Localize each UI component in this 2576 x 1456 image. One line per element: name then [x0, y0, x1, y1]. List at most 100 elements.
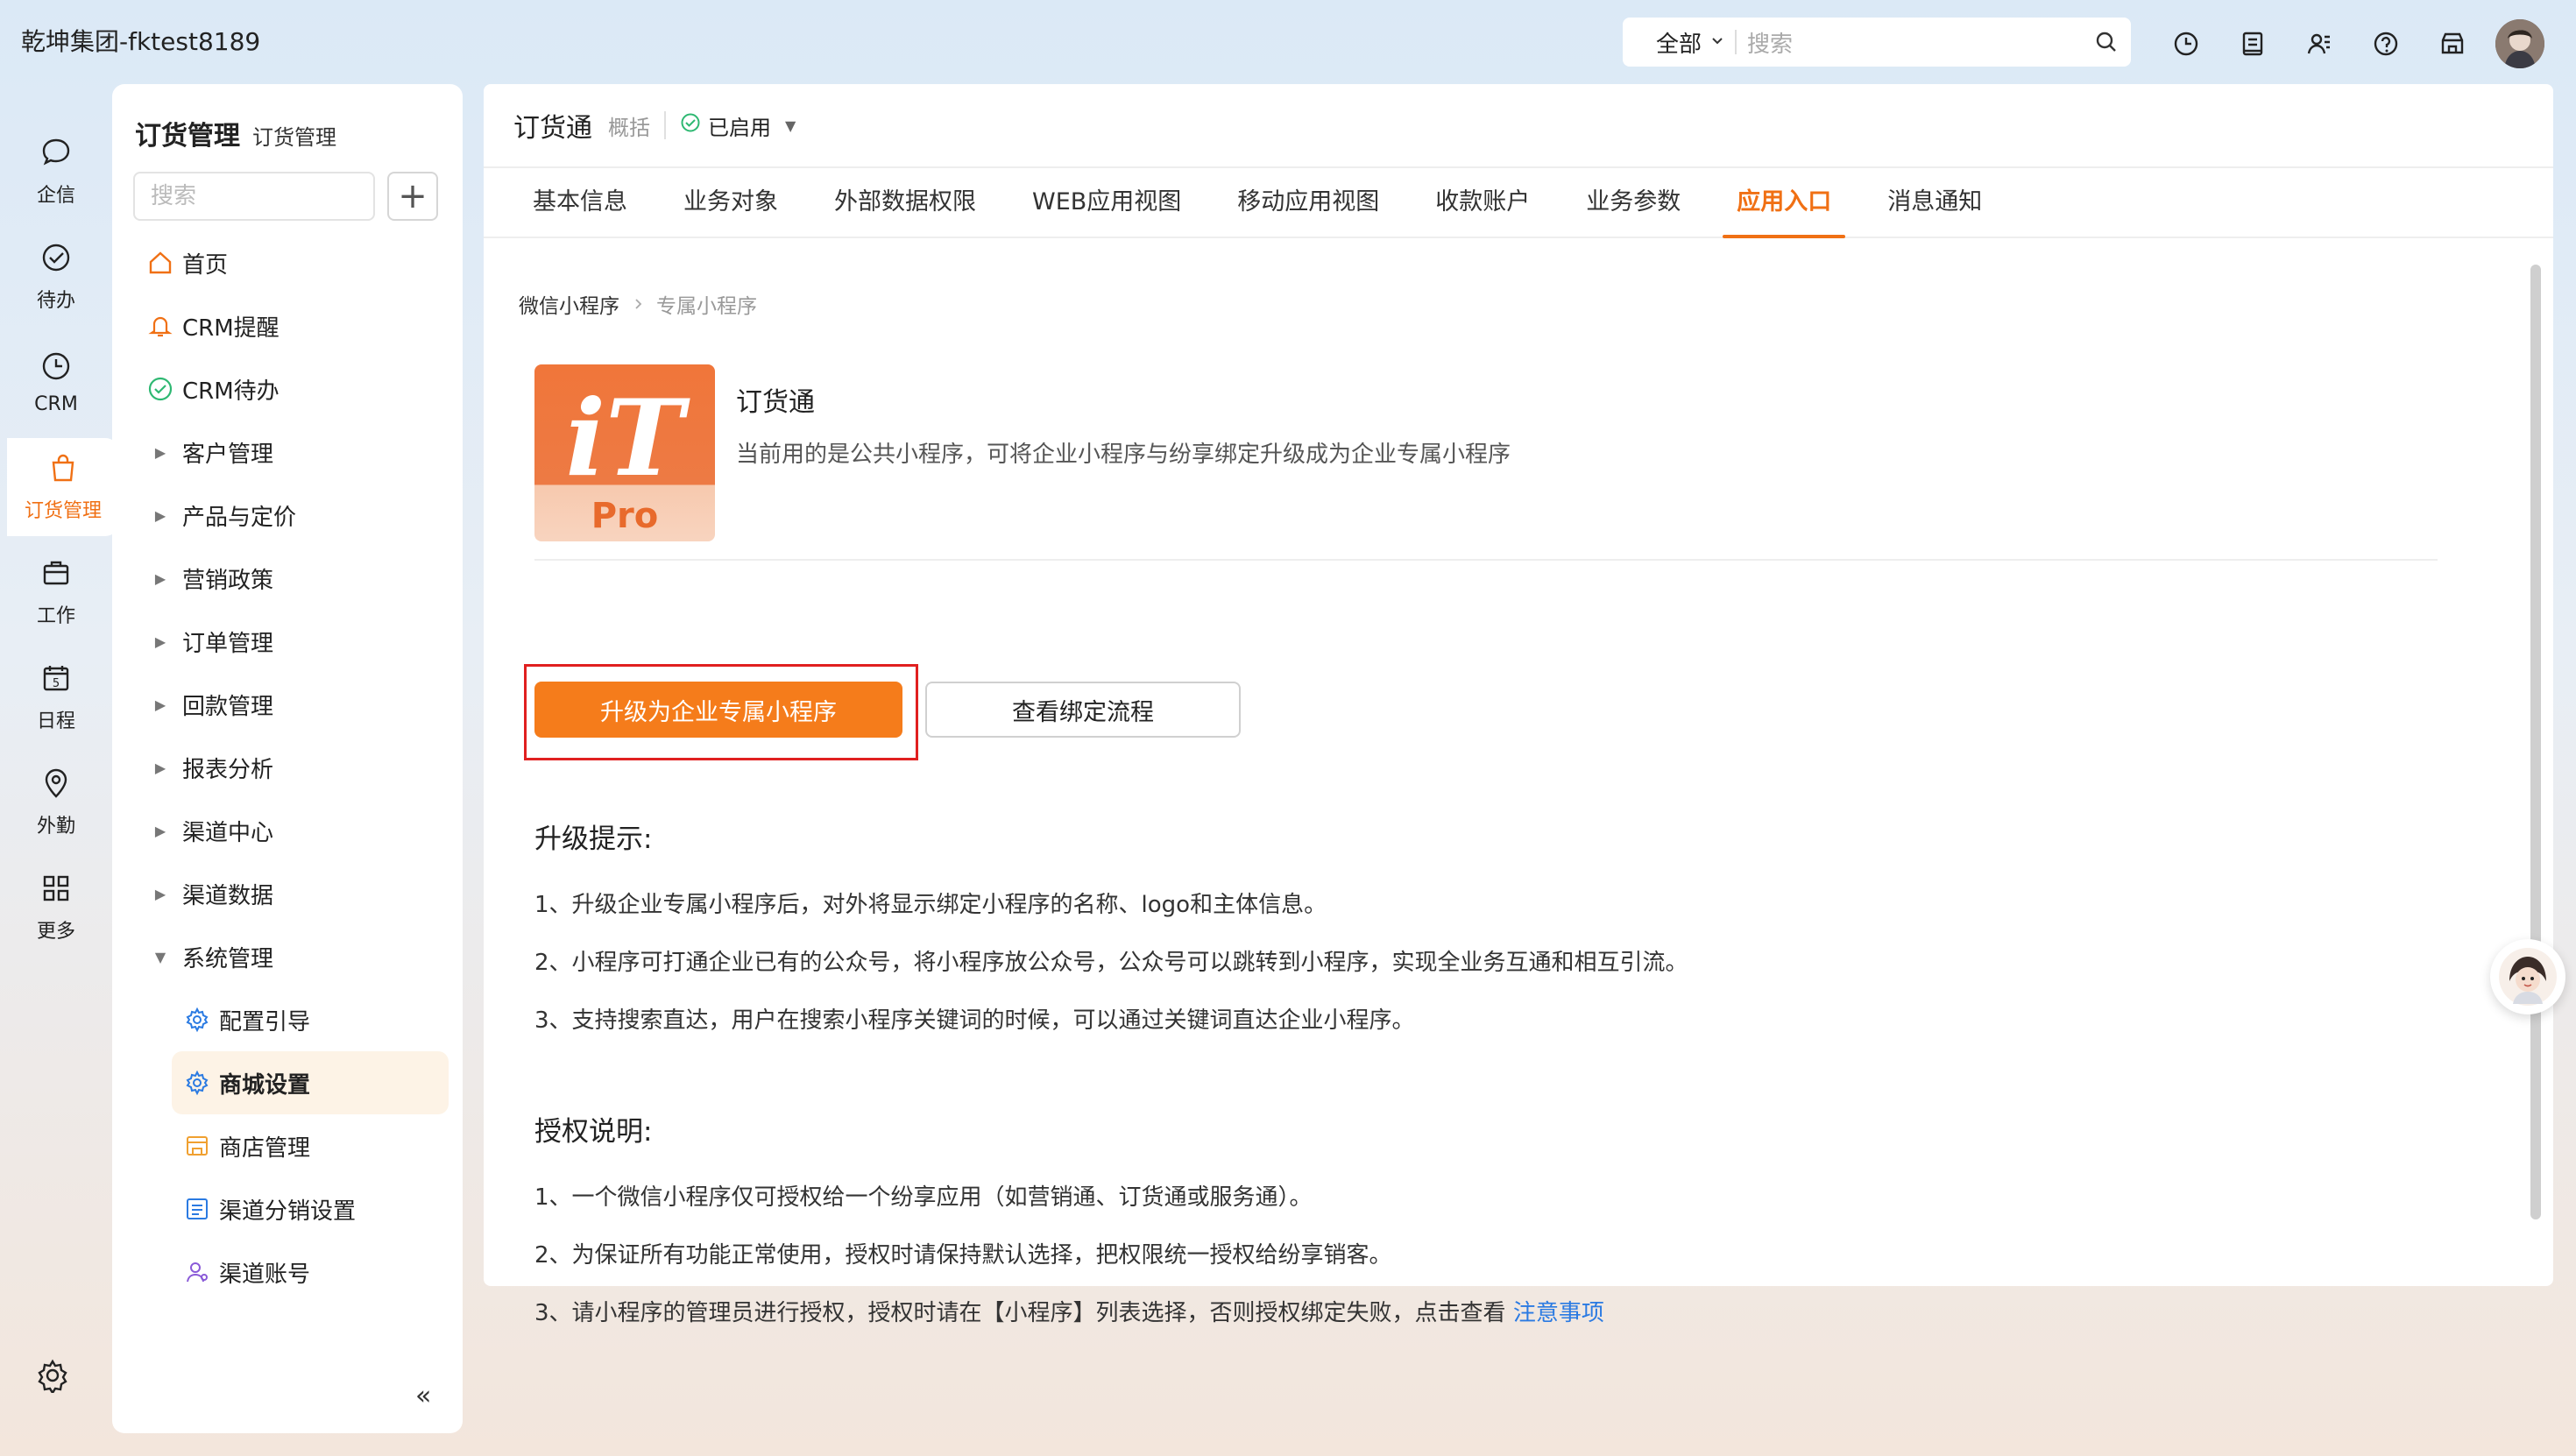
app-logo-main: iT: [565, 377, 684, 500]
contacts-icon[interactable]: [2296, 20, 2343, 67]
menu-subitem-channel-distribution[interactable]: 渠道分销设置: [112, 1177, 463, 1240]
menu-item-label: 渠道分销设置: [219, 1198, 357, 1225]
tab-business-params[interactable]: 业务参数: [1558, 168, 1709, 237]
menu-subitem-mall-settings[interactable]: 商城设置: [172, 1051, 449, 1114]
menu-subitem-channel-account[interactable]: 渠道账号: [112, 1240, 463, 1304]
status-dropdown[interactable]: 已启用 ▼: [680, 110, 796, 141]
menu-item-channel-center[interactable]: ▶ 渠道中心: [112, 799, 463, 862]
app-logo-sub: Pro: [591, 496, 659, 536]
auth-note-line: 2、为保证所有功能正常使用，授权时请保持默认选择，把权限统一授权给纷享销客。: [534, 1242, 1392, 1269]
menu-subitem-shop-mgmt[interactable]: 商店管理: [112, 1114, 463, 1177]
assistant-avatar-button[interactable]: [2490, 939, 2565, 1014]
nav-item-todo[interactable]: 待办: [0, 228, 112, 326]
menu-item-system[interactable]: ▼ 系统管理: [112, 925, 463, 988]
notes-link[interactable]: 注意事项: [1513, 1300, 1604, 1326]
notebook-icon[interactable]: [2229, 20, 2276, 67]
briefcase-icon: [39, 556, 73, 595]
upgrade-tip-line: 3、支持搜索直达，用户在搜索小程序关键词的时候，可以通过关键词直达企业小程序。: [534, 1007, 1415, 1034]
breadcrumb-wechat-miniprogram[interactable]: 微信小程序: [519, 289, 619, 319]
nav-label: 订货管理: [24, 500, 102, 522]
tab-web-app-view[interactable]: WEB应用视图: [1004, 168, 1209, 237]
search-icon[interactable]: [2082, 31, 2131, 53]
avatar[interactable]: [2495, 19, 2544, 68]
gear-icon: [184, 1070, 210, 1096]
menu-item-home[interactable]: 首页: [112, 231, 463, 294]
menu-item-crm-reminder[interactable]: CRM提醒: [112, 294, 463, 357]
tab-basic-info[interactable]: 基本信息: [505, 168, 655, 237]
gear-icon[interactable]: [35, 1358, 70, 1396]
auth-note-text: 3、请小程序的管理员进行授权，授权时请在【小程序】列表选择，否则授权绑定失败，点…: [534, 1300, 1513, 1326]
menu-item-label: 商店管理: [219, 1134, 311, 1162]
breadcrumb-current: 专属小程序: [656, 295, 757, 318]
nav-item-schedule[interactable]: 5 日程: [0, 648, 112, 746]
grid-icon: [39, 872, 73, 910]
bell-icon: [147, 313, 173, 339]
tab-payment-accounts[interactable]: 收款账户: [1407, 168, 1558, 237]
menu-item-product[interactable]: ▶ 产品与定价: [112, 484, 463, 547]
top-bar: 乾坤集团-fktest8189 全部 搜索: [0, 0, 2576, 82]
check-circle-icon: [147, 376, 173, 402]
shop-icon: [184, 1133, 210, 1159]
help-icon[interactable]: [2362, 20, 2410, 67]
auth-note-line: 1、一个微信小程序仅可授权给一个纷享应用（如营销通、订货通或服务通）。: [534, 1184, 1313, 1211]
tab-app-entry[interactable]: 应用入口: [1709, 168, 1859, 238]
nav-item-field[interactable]: 外勤: [0, 753, 112, 852]
menu-item-orders[interactable]: ▶ 订单管理: [112, 610, 463, 673]
tab-mobile-app-view[interactable]: 移动应用视图: [1209, 168, 1407, 237]
store-icon[interactable]: [2429, 20, 2476, 67]
menu-item-label: 订单管理: [182, 630, 274, 657]
nav-item-qixin[interactable]: 企信: [0, 123, 112, 221]
menu-item-customer[interactable]: ▶ 客户管理: [112, 421, 463, 484]
chevron-right-icon: [632, 293, 644, 315]
nav-label: 外勤: [36, 816, 75, 838]
add-button[interactable]: +: [387, 172, 438, 221]
menu-list: 首页 CRM提醒 CRM待办 ▶ 客户管理 ▶ 产品与定价 ▶ 营销政策 ▶ 订…: [112, 231, 463, 1304]
menu-item-marketing[interactable]: ▶ 营销政策: [112, 547, 463, 610]
tab-notifications[interactable]: 消息通知: [1859, 168, 2010, 237]
location-icon: [39, 767, 73, 805]
search-scope-label: 全部: [1656, 31, 1702, 58]
global-search[interactable]: 全部 搜索: [1623, 18, 2131, 67]
search-scope-select[interactable]: 全部: [1623, 26, 1724, 59]
clock-icon[interactable]: [2162, 20, 2210, 67]
tab-bar: 基本信息 业务对象 外部数据权限 WEB应用视图 移动应用视图 收款账户 业务参…: [484, 168, 2553, 238]
nav-item-work[interactable]: 工作: [0, 543, 112, 641]
scrollbar[interactable]: [2530, 265, 2541, 1219]
app-name: 订货通: [736, 387, 815, 418]
status-label: 已启用: [708, 115, 771, 140]
caret-right-icon: ▶: [154, 696, 166, 713]
nav-label: CRM: [34, 392, 78, 415]
menu-item-payments[interactable]: ▶ 回款管理: [112, 673, 463, 736]
nav-label: 更多: [36, 921, 75, 943]
calendar-icon: 5: [39, 661, 73, 700]
view-binding-flow-button[interactable]: 查看绑定流程: [925, 682, 1241, 738]
nav-item-crm[interactable]: CRM: [0, 333, 112, 431]
menu-item-label: 回款管理: [182, 693, 274, 720]
menu-item-label: 商城设置: [219, 1071, 311, 1099]
upgrade-button[interactable]: 升级为企业专属小程序: [534, 682, 902, 738]
menu-subitem-config-guide[interactable]: 配置引导: [112, 988, 463, 1051]
menu-item-reports[interactable]: ▶ 报表分析: [112, 736, 463, 799]
menu-item-crm-todo[interactable]: CRM待办: [112, 357, 463, 421]
menu-search-input[interactable]: 搜索: [133, 172, 375, 221]
menu-item-label: 渠道账号: [219, 1261, 311, 1288]
divider: [664, 111, 666, 139]
menu-item-label: CRM提醒: [182, 315, 280, 342]
caret-right-icon: ▶: [154, 569, 166, 587]
nav-item-more[interactable]: 更多: [0, 859, 112, 957]
chat-icon: [39, 136, 73, 174]
company-name: 乾坤集团-fktest8189: [21, 27, 261, 56]
menu-item-label: 产品与定价: [182, 504, 297, 531]
tab-external-data-permissions[interactable]: 外部数据权限: [806, 168, 1004, 237]
search-input[interactable]: 搜索: [1747, 26, 2082, 59]
chevron-down-icon: [1710, 33, 1724, 52]
menu-item-channel-data[interactable]: ▶ 渠道数据: [112, 862, 463, 925]
caret-down-icon: ▼: [154, 948, 166, 965]
menu-item-label: 客户管理: [182, 441, 274, 468]
nav-item-order-mgmt[interactable]: 订货管理: [7, 438, 119, 536]
gear-icon: [184, 1007, 210, 1033]
app-description: 当前用的是公共小程序，可将企业小程序与纷享绑定升级成为企业专属小程序: [736, 442, 1511, 468]
tab-business-objects[interactable]: 业务对象: [655, 168, 806, 237]
svg-text:5: 5: [53, 677, 60, 690]
collapse-sidebar-button[interactable]: «: [415, 1381, 431, 1411]
